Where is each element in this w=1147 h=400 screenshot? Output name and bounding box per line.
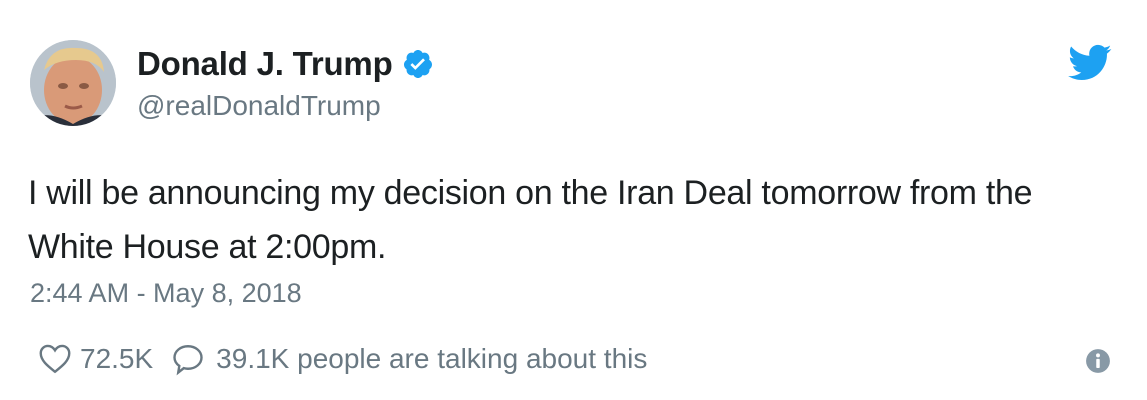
author-display-name[interactable]: Donald J. Trump: [137, 45, 393, 83]
reply-count: 39.1K people are talking about this: [216, 343, 648, 374]
avatar[interactable]: [30, 40, 116, 126]
tweet-actions: 72.5K 39.1K people are talking about thi…: [36, 339, 647, 379]
twitter-bird-icon[interactable]: [1068, 44, 1112, 82]
tweet-card: Donald J. Trump @realDonaldTrump I will …: [0, 0, 1147, 400]
heart-icon[interactable]: [36, 341, 74, 377]
author-handle[interactable]: @realDonaldTrump: [137, 90, 381, 122]
speech-bubble-icon[interactable]: [169, 341, 207, 377]
like-count: 72.5K: [80, 343, 154, 374]
avatar-photo: [30, 40, 116, 126]
info-icon[interactable]: [1085, 348, 1111, 374]
tweet-text: I will be announcing my decision on the …: [28, 174, 1033, 266]
tweet-timestamp[interactable]: 2:44 AM - May 8, 2018: [30, 278, 302, 309]
author-name-row[interactable]: Donald J. Trump: [137, 44, 434, 84]
verified-badge-icon: [403, 50, 432, 78]
reply-action[interactable]: 39.1K people are talking about this: [169, 341, 647, 377]
like-action[interactable]: 72.5K: [36, 341, 153, 377]
